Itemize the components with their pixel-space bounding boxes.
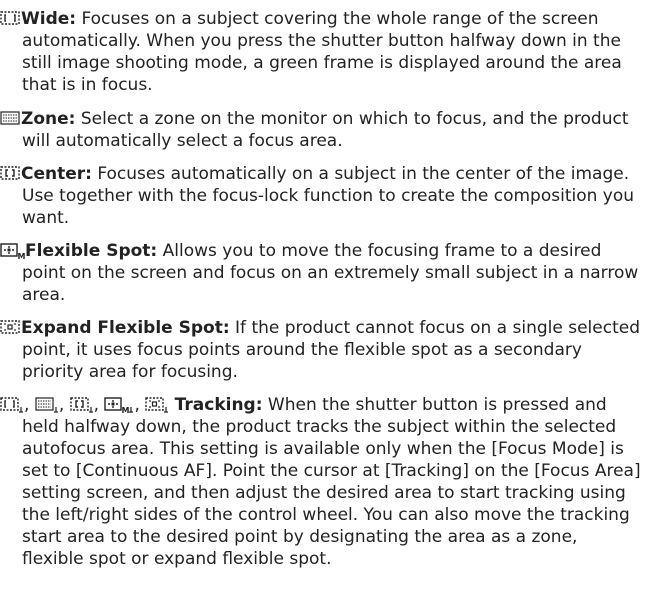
svg-text:M: M — [122, 406, 130, 415]
entry-center-name: Center: — [21, 164, 92, 184]
entry-expand-flexible-spot-name: Expand Flexible Spot: — [21, 318, 230, 338]
wide-area-icon — [0, 11, 20, 25]
tracking-separator: , — [58, 395, 65, 415]
flexible-spot-icon: M — [0, 243, 26, 261]
entry-flexible-spot: M Flexible Spot: Allows you to move the … — [0, 240, 644, 306]
entry-center: Center: Focuses automatically on a subje… — [0, 163, 644, 229]
entry-center-text: Focuses automatically on a subject in th… — [22, 164, 635, 228]
entry-wide-name: Wide: — [21, 9, 77, 29]
tracking-separator: , — [24, 395, 30, 415]
entry-wide: Wide: Focuses on a subject covering the … — [0, 8, 644, 96]
tracking-separator: , — [93, 395, 100, 415]
entry-tracking-text: When the shutter button is pressed and h… — [22, 395, 641, 569]
entry-zone-text: Select a zone on the monitor on which to… — [22, 109, 629, 151]
tracking-flexible-spot-icon: M — [104, 397, 134, 415]
entry-wide-text: Focuses on a subject covering the whole … — [22, 9, 622, 95]
entry-flexible-spot-name: Flexible Spot: — [25, 241, 158, 261]
tracking-zone-icon — [35, 397, 59, 413]
entry-expand-flexible-spot: Expand Flexible Spot: If the product can… — [0, 317, 644, 383]
tracking-icons: , , , M , — [0, 394, 169, 416]
entry-tracking-name: Tracking: — [174, 395, 263, 415]
tracking-separator: , — [134, 395, 140, 415]
expand-flexible-spot-icon — [0, 320, 20, 334]
entry-zone: Zone: Select a zone on the monitor on wh… — [0, 108, 644, 152]
zone-area-icon — [0, 111, 20, 125]
svg-text:M: M — [18, 252, 26, 261]
entry-zone-name: Zone: — [21, 109, 76, 129]
center-area-icon — [0, 166, 20, 180]
focus-area-document: Wide: Focuses on a subject covering the … — [0, 0, 646, 591]
tracking-wide-icon — [0, 397, 24, 413]
entry-tracking: , , , M , Tracking: When the shutter but… — [0, 394, 644, 570]
tracking-center-icon — [69, 397, 94, 413]
tracking-expand-flexible-spot-icon — [145, 397, 169, 413]
